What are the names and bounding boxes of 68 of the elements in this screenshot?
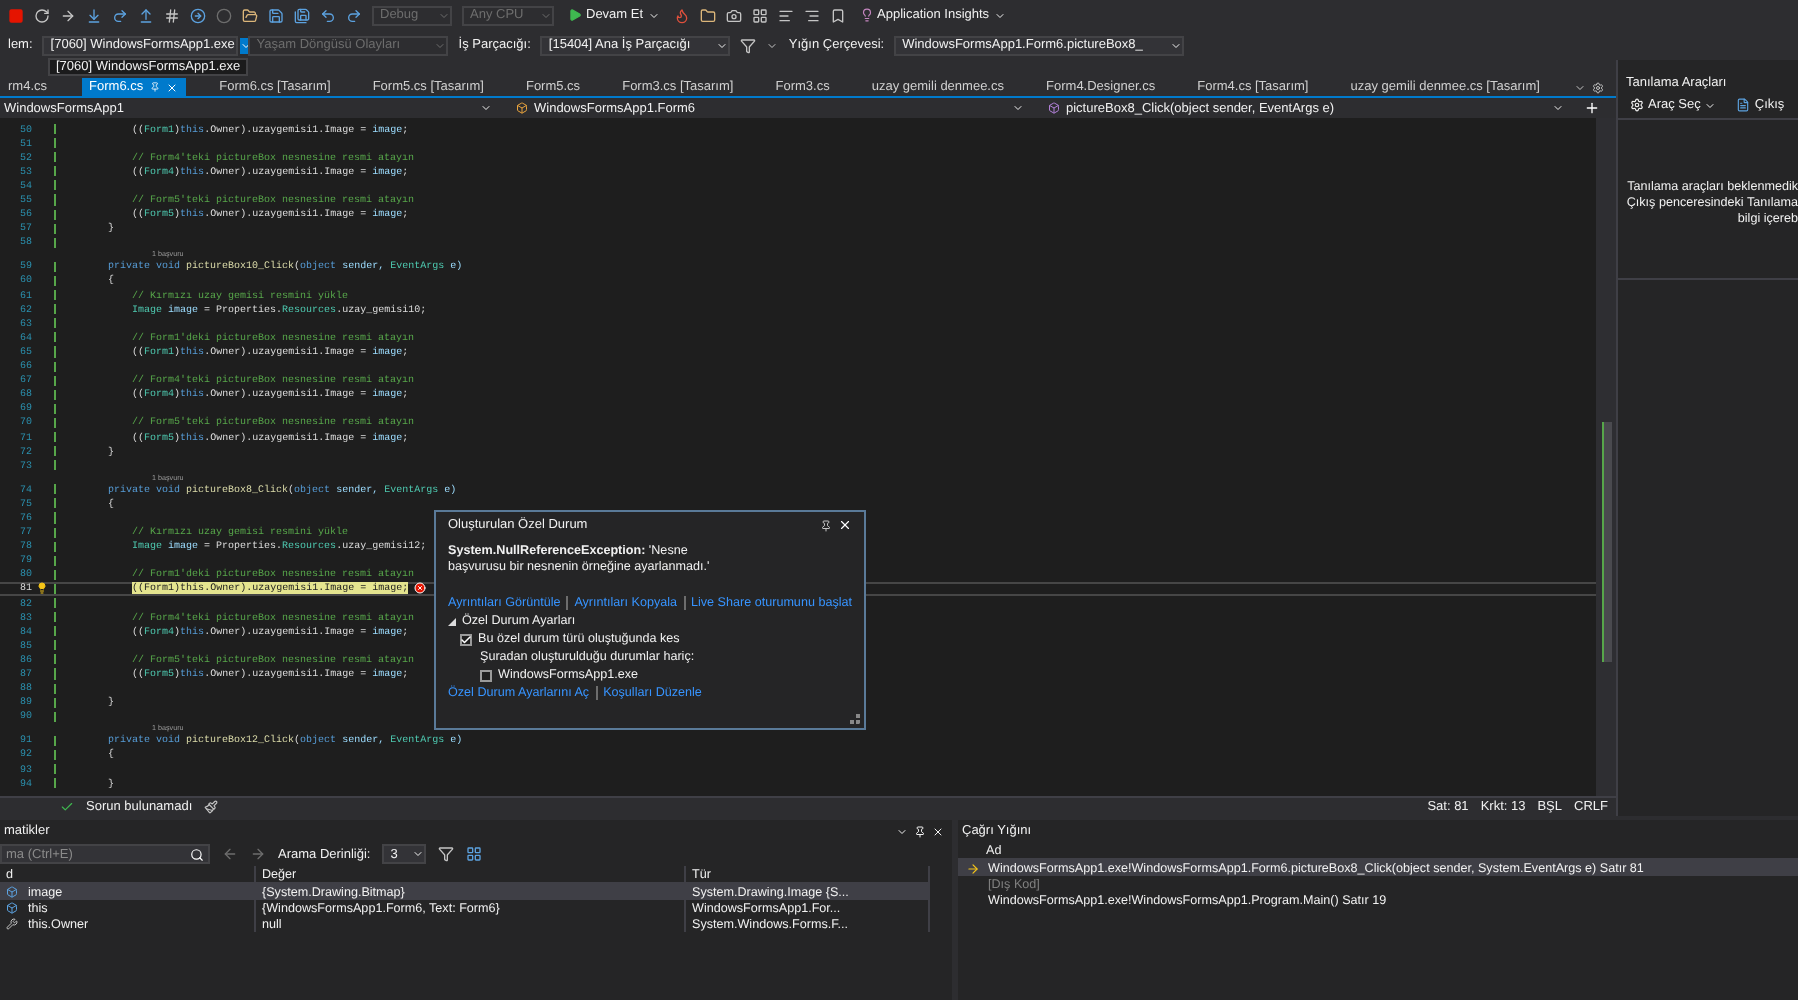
lightbulb-icon [859,8,874,22]
settings-icon[interactable] [1591,81,1604,93]
forward-icon[interactable] [250,846,266,862]
caret-icon [540,9,552,21]
check-icon [460,633,472,645]
caret-icon [480,102,492,114]
circle-icon[interactable] [216,7,232,23]
undo-icon[interactable] [320,7,336,23]
stop-icon[interactable] [8,7,24,23]
object-icon [6,886,18,898]
error-icon [414,582,427,595]
step-over-icon[interactable] [112,7,128,23]
filter-icon[interactable] [740,37,757,53]
chevron-icon[interactable] [766,39,779,51]
pin-icon [914,825,926,837]
caret-icon [240,39,253,51]
caret-icon [438,9,450,21]
grid-icon[interactable] [751,7,768,23]
plus-icon[interactable] [1584,100,1600,116]
resize-grip[interactable] [850,714,860,724]
scrollbar[interactable] [1596,118,1616,796]
caret-icon [896,825,908,837]
flame-icon[interactable] [673,7,690,23]
search-icon [190,847,204,861]
check-icon [60,800,74,814]
caret-icon [993,9,1006,21]
pin-icon [149,82,160,92]
settings-icon [1630,98,1644,112]
caret-icon [1012,102,1024,114]
wrench-icon [6,918,18,930]
arrow-right-icon[interactable] [60,7,76,23]
caret-icon [1704,99,1717,111]
brush-icon[interactable] [204,800,219,814]
step-into-icon[interactable] [86,7,102,23]
align-left-icon[interactable] [777,7,794,23]
close-icon [165,81,178,93]
pin-icon[interactable] [820,519,832,531]
chevron-icon[interactable] [1573,81,1586,93]
caret-icon [647,9,660,21]
close-icon[interactable] [838,518,852,532]
align-right-icon[interactable] [803,7,820,23]
caret-icon [1170,39,1183,51]
caret-icon [434,39,447,51]
object-icon [6,902,18,914]
save-icon[interactable] [268,7,284,23]
save-all-icon[interactable] [294,7,310,23]
redo-icon[interactable] [346,7,362,23]
back-icon[interactable] [222,846,238,862]
filter-icon[interactable] [438,846,455,862]
expander-icon[interactable] [448,617,456,625]
current-frame-icon [966,861,980,875]
cube-icon [1048,102,1060,114]
camera-icon[interactable] [725,7,742,23]
caret-icon [716,39,729,51]
lightbulb-icon[interactable] [36,582,48,595]
caret-icon [412,848,425,860]
hash-icon[interactable] [164,7,180,23]
close-icon [932,825,944,837]
open-folder-icon[interactable] [242,7,258,23]
step-out-icon[interactable] [138,7,154,23]
cube-icon [516,102,528,114]
grid-icon[interactable] [466,846,483,862]
caret-icon [1552,102,1564,114]
document-icon [1736,98,1751,112]
play-icon [568,8,582,22]
restart-icon[interactable] [34,7,50,23]
bookmark-icon[interactable] [829,7,846,23]
folder-icon[interactable] [699,7,716,23]
